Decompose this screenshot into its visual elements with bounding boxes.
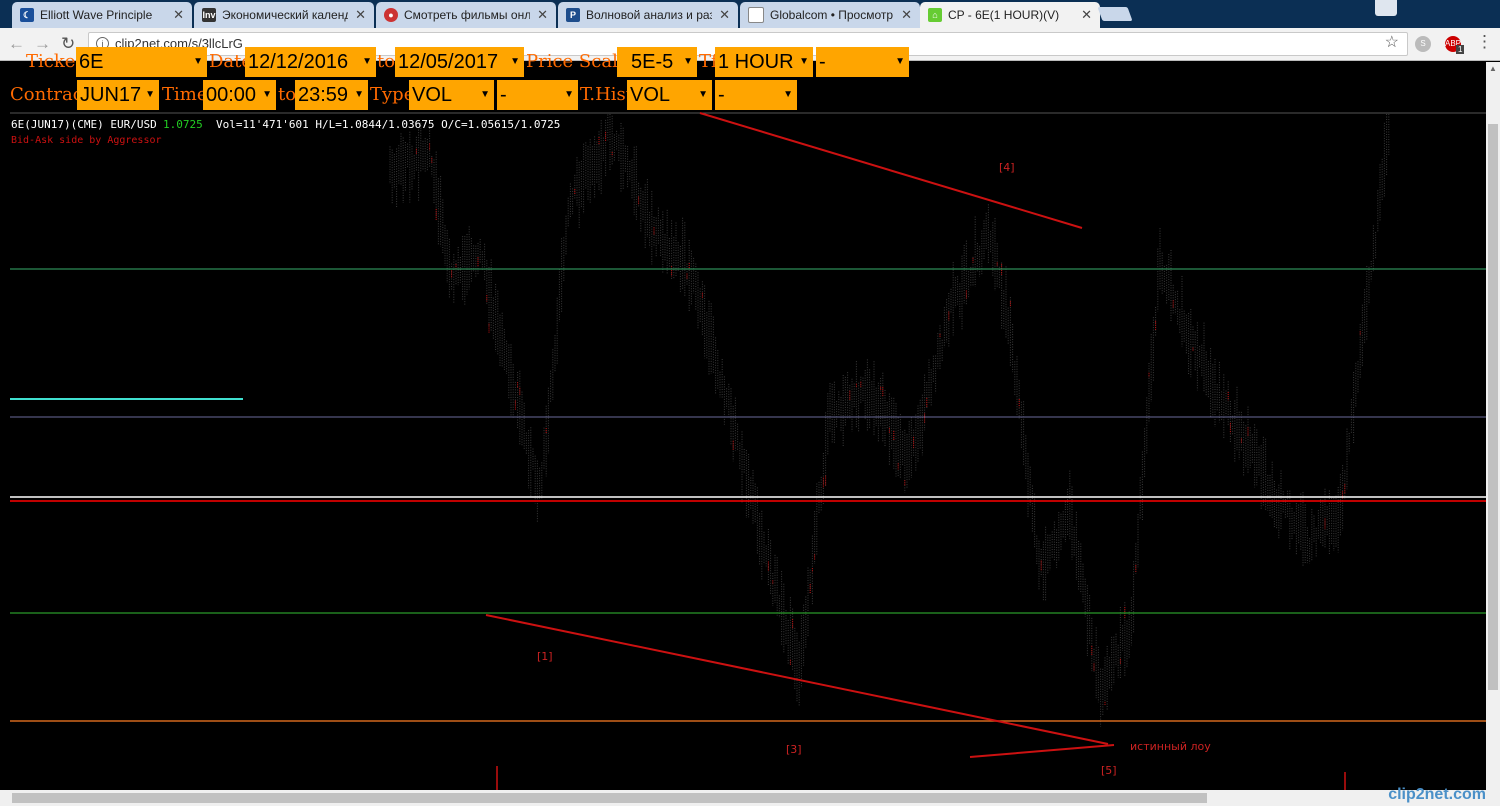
vertical-scroll-thumb[interactable] <box>1488 124 1498 690</box>
p-logo-icon: P <box>566 8 580 22</box>
price-chart[interactable]: 6E(JUN17)(CME) EUR/USD 1.0725 Vol=11'471… <box>10 112 1486 790</box>
type-select[interactable]: VOL ▼ <box>409 80 494 110</box>
price-scale-value: 5E-5 <box>631 51 674 73</box>
last-price-label: 1.0725 <box>163 118 203 131</box>
chevron-down-icon: ▼ <box>354 89 364 100</box>
chart-background <box>10 112 1486 790</box>
time-to-select[interactable]: 23:59 ▼ <box>295 80 368 110</box>
back-arrow-icon[interactable]: ← <box>8 34 25 54</box>
tab-title: Экономический календ <box>222 8 348 22</box>
thist-select[interactable]: VOL ▼ <box>627 80 712 110</box>
browser-tab-strip: ☾ Elliott Wave Principle ✕ Inv Экономиче… <box>0 0 1500 28</box>
timeframe-value: 1 HOUR <box>718 51 794 73</box>
wave-label-1: [1] <box>537 650 553 663</box>
profile-button[interactable] <box>1375 0 1397 16</box>
tab-wave-analysis[interactable]: P Волновой анализ и раз ✕ <box>558 2 738 28</box>
scroll-up-arrow-icon[interactable]: ▲ <box>1489 64 1497 73</box>
house-icon: ⌂ <box>928 8 942 22</box>
tab-cp-6e[interactable]: ⌂ CP - 6E(1 HOUR)(V) ✕ <box>920 2 1100 28</box>
time-from-select[interactable]: 00:00 ▼ <box>203 80 276 110</box>
clip2net-watermark: clip2net.com <box>1388 786 1486 803</box>
date-to-select[interactable]: 12/05/2017 ▼ <box>395 47 524 77</box>
price-scale-select[interactable]: 5E-5 ▼ <box>617 47 697 77</box>
tab-films[interactable]: ● Смотреть фильмы онла ✕ <box>376 2 556 28</box>
chevron-down-icon: ▼ <box>362 56 372 67</box>
chevron-down-icon: ▼ <box>564 89 574 100</box>
date-to-value: 12/05/2017 <box>398 51 499 73</box>
tab-title: CP - 6E(1 HOUR)(V) <box>948 8 1060 22</box>
credit-label: Bid-Ask side by Aggressor <box>11 135 162 146</box>
extra-select[interactable]: - ▼ <box>816 47 909 77</box>
chevron-down-icon: ▼ <box>783 89 793 100</box>
tab-title: Волновой анализ и раз <box>586 8 712 22</box>
horizontal-scroll-thumb[interactable] <box>12 793 1207 803</box>
time-label: Time <box>162 84 208 105</box>
close-icon[interactable]: ✕ <box>901 7 912 23</box>
extension-badge: 1 <box>1456 45 1465 54</box>
chevron-down-icon: ▼ <box>193 56 203 67</box>
true-low-label: истинный лоу <box>1130 740 1211 753</box>
to-label-2: to <box>278 84 297 105</box>
horizontal-scrollbar[interactable] <box>0 790 1500 806</box>
time-from-value: 00:00 <box>206 84 257 106</box>
type-extra-select[interactable]: - ▼ <box>497 80 578 110</box>
investing-icon: Inv <box>202 8 216 22</box>
chevron-down-icon: ▼ <box>799 56 809 67</box>
chevron-down-icon: ▼ <box>895 56 905 67</box>
vertical-scrollbar[interactable]: ▲ <box>1486 62 1500 790</box>
close-icon[interactable]: ✕ <box>537 7 548 23</box>
film-icon: ● <box>384 8 398 22</box>
new-tab-button[interactable] <box>1097 7 1133 21</box>
wave-label-4: [4] <box>999 161 1015 174</box>
document-icon <box>748 7 764 23</box>
tab-title: Смотреть фильмы онла <box>404 8 530 22</box>
timeframe-select[interactable]: 1 HOUR ▼ <box>715 47 813 77</box>
type-label: Type <box>370 84 415 105</box>
wave-label-5: [5] <box>1101 764 1117 777</box>
date-from-select[interactable]: 12/12/2016 ▼ <box>245 47 376 77</box>
type-value: VOL <box>412 84 453 106</box>
extra-value: - <box>819 51 826 73</box>
tab-economic-calendar[interactable]: Inv Экономический календ ✕ <box>194 2 374 28</box>
chevron-down-icon: ▼ <box>480 89 490 100</box>
close-icon[interactable]: ✕ <box>173 7 184 23</box>
menu-icon[interactable]: ⋮ <box>1476 32 1493 52</box>
contract-value: JUN17 <box>80 84 142 106</box>
stats-label: Vol=11'471'601 H/L=1.0844/1.03675 O/C=1.… <box>216 118 560 131</box>
wave-label-3: [3] <box>786 743 802 756</box>
chevron-down-icon: ▼ <box>262 89 272 100</box>
price-scale-label: Price Scale <box>526 51 629 72</box>
type-extra-value: - <box>500 84 507 106</box>
thist-value: VOL <box>630 84 671 106</box>
date-from-value: 12/12/2016 <box>248 51 349 73</box>
chevron-down-icon: ▼ <box>683 56 693 67</box>
tab-title: Elliott Wave Principle <box>40 8 153 22</box>
to-label: to <box>377 51 396 72</box>
chevron-down-icon: ▼ <box>698 89 708 100</box>
symbol-label: 6E(JUN17)(CME) EUR/USD <box>11 118 157 131</box>
close-icon[interactable]: ✕ <box>719 7 730 23</box>
chevron-down-icon: ▼ <box>145 89 155 100</box>
thist-extra-select[interactable]: - ▼ <box>715 80 797 110</box>
contract-select[interactable]: JUN17 ▼ <box>77 80 159 110</box>
thist-label: T.Hist <box>580 84 634 105</box>
thist-extra-value: - <box>718 84 725 106</box>
wave-icon: ☾ <box>20 8 34 22</box>
ticker-value: 6E <box>79 51 104 73</box>
ticker-select[interactable]: 6E ▼ <box>76 47 207 77</box>
close-icon[interactable]: ✕ <box>355 7 366 23</box>
close-icon[interactable]: ✕ <box>1081 7 1092 23</box>
tab-elliott-wave[interactable]: ☾ Elliott Wave Principle ✕ <box>12 2 192 28</box>
skype-icon[interactable]: S <box>1415 36 1431 52</box>
bookmark-star-icon[interactable]: ☆ <box>1385 32 1399 54</box>
time-to-value: 23:59 <box>298 84 349 106</box>
chevron-down-icon: ▼ <box>510 56 520 67</box>
tab-globalcom[interactable]: Globalcom • Просмотр ✕ <box>740 2 920 28</box>
tab-title: Globalcom • Просмотр <box>770 8 894 22</box>
